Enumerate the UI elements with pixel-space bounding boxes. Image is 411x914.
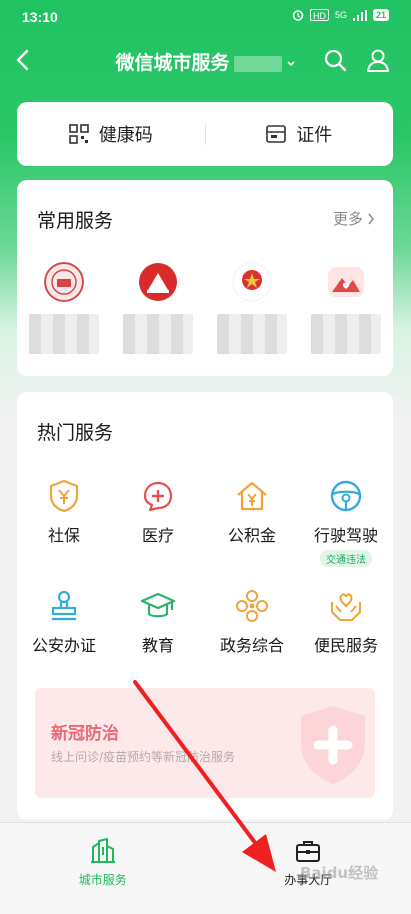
page-title-text: 微信城市服务 xyxy=(115,52,230,74)
redacted-service-name xyxy=(217,314,287,354)
traffic-violation-badge[interactable]: 交通违法 xyxy=(320,550,372,567)
common-service-item[interactable] xyxy=(17,262,111,354)
network-indicator: 5G xyxy=(334,10,347,20)
covid-prevention-banner[interactable]: 新冠防治 线上问诊/疫苗预约等新冠防治服务 xyxy=(35,688,375,798)
battery-indicator: 21 xyxy=(372,9,389,21)
documents-button[interactable]: 证件 xyxy=(206,121,394,147)
hd-indicator: HD xyxy=(309,9,329,21)
hot-service-driving[interactable]: 行驶驾驶 交通违法 xyxy=(299,478,393,588)
tab-label: 城市服务 xyxy=(78,873,127,887)
covid-banner-title: 新冠防治 xyxy=(51,724,119,744)
status-icons: HD 5G 21 xyxy=(292,9,389,21)
covid-banner-subtitle: 线上问诊/疫苗预约等新冠防治服务 xyxy=(51,750,236,764)
chevron-down-icon xyxy=(286,61,295,67)
common-service-item[interactable] xyxy=(111,262,205,354)
qr-code-icon xyxy=(68,124,89,144)
hot-service-label: 公安办证 xyxy=(31,636,96,655)
chevron-right-icon xyxy=(368,213,374,224)
user-profile-icon[interactable] xyxy=(365,47,391,73)
mountain-heart-logo-icon xyxy=(328,267,364,297)
hot-services-grid: 社保 医疗 公积金 行驶驾驶 交通违法 公安办证 教育 政务综合 便民服务 xyxy=(17,478,393,698)
briefcase-icon xyxy=(296,841,321,862)
common-service-item[interactable] xyxy=(299,262,393,354)
common-services-title: 常用服务 xyxy=(37,210,114,232)
hot-services-title: 热门服务 xyxy=(37,422,114,444)
hot-service-label: 公积金 xyxy=(227,526,276,545)
health-code-label: 健康码 xyxy=(98,125,153,146)
hot-service-label: 便民服务 xyxy=(313,636,378,655)
common-services-card: 常用服务 更多 xyxy=(17,180,393,376)
hot-service-label: 行驶驾驶 xyxy=(313,526,378,545)
id-card-icon xyxy=(266,125,287,143)
navigation-bar: 微信城市服务 xyxy=(0,34,411,86)
hot-service-convenience[interactable]: 便民服务 xyxy=(299,588,393,698)
house-yen-icon xyxy=(237,481,267,511)
redacted-service-name xyxy=(29,314,99,354)
city-buildings-icon xyxy=(90,838,115,863)
common-services-list xyxy=(17,262,393,354)
alarm-icon xyxy=(292,10,304,21)
page-title[interactable]: 微信城市服务 xyxy=(0,48,411,75)
hot-service-government-affairs[interactable]: 政务综合 xyxy=(205,588,299,698)
hot-services-card: 热门服务 社保 医疗 公积金 行驶驾驶 交通违法 公安办证 教育 政务综合 便民… xyxy=(17,392,393,820)
more-link[interactable]: 更多 xyxy=(333,208,375,229)
watermark: Baidu经验 xyxy=(300,864,379,882)
hot-service-label: 教育 xyxy=(141,636,174,655)
emblem-seal-icon xyxy=(44,262,84,302)
status-time: 13:10 xyxy=(22,9,58,25)
hot-service-label: 社保 xyxy=(47,526,80,545)
search-icon[interactable] xyxy=(322,47,348,73)
documents-label: 证件 xyxy=(296,125,333,146)
redacted-service-name xyxy=(123,314,193,354)
stamp-icon xyxy=(51,590,77,621)
quick-access-card: 健康码 证件 xyxy=(17,102,393,166)
hot-service-social-security[interactable]: 社保 xyxy=(17,478,111,588)
hot-service-label: 政务综合 xyxy=(219,636,284,655)
redacted-service-name xyxy=(311,314,381,354)
redacted-city-name xyxy=(233,55,282,72)
graduation-cap-icon xyxy=(140,592,176,618)
status-bar: 13:10 HD 5G 21 xyxy=(0,0,411,34)
shield-yen-icon xyxy=(49,479,79,513)
medical-shield-icon xyxy=(301,706,365,784)
medical-cross-icon xyxy=(143,481,173,512)
hot-service-housing-fund[interactable]: 公积金 xyxy=(205,478,299,588)
hot-service-medical[interactable]: 医疗 xyxy=(111,478,205,588)
hot-service-police-certificates[interactable]: 公安办证 xyxy=(17,588,111,698)
common-service-item[interactable] xyxy=(205,262,299,354)
hot-service-education[interactable]: 教育 xyxy=(111,588,205,698)
tab-city-services[interactable]: 城市服务 xyxy=(0,823,206,914)
red-building-logo-icon xyxy=(139,263,177,301)
flower-pattern-icon xyxy=(236,590,268,622)
more-label: 更多 xyxy=(332,210,363,228)
steering-wheel-icon xyxy=(330,480,362,512)
health-code-button[interactable]: 健康码 xyxy=(17,121,205,147)
signal-icon xyxy=(352,9,367,21)
hands-heart-icon xyxy=(331,593,361,621)
national-emblem-icon xyxy=(232,262,272,302)
hot-service-label: 医疗 xyxy=(141,526,174,545)
